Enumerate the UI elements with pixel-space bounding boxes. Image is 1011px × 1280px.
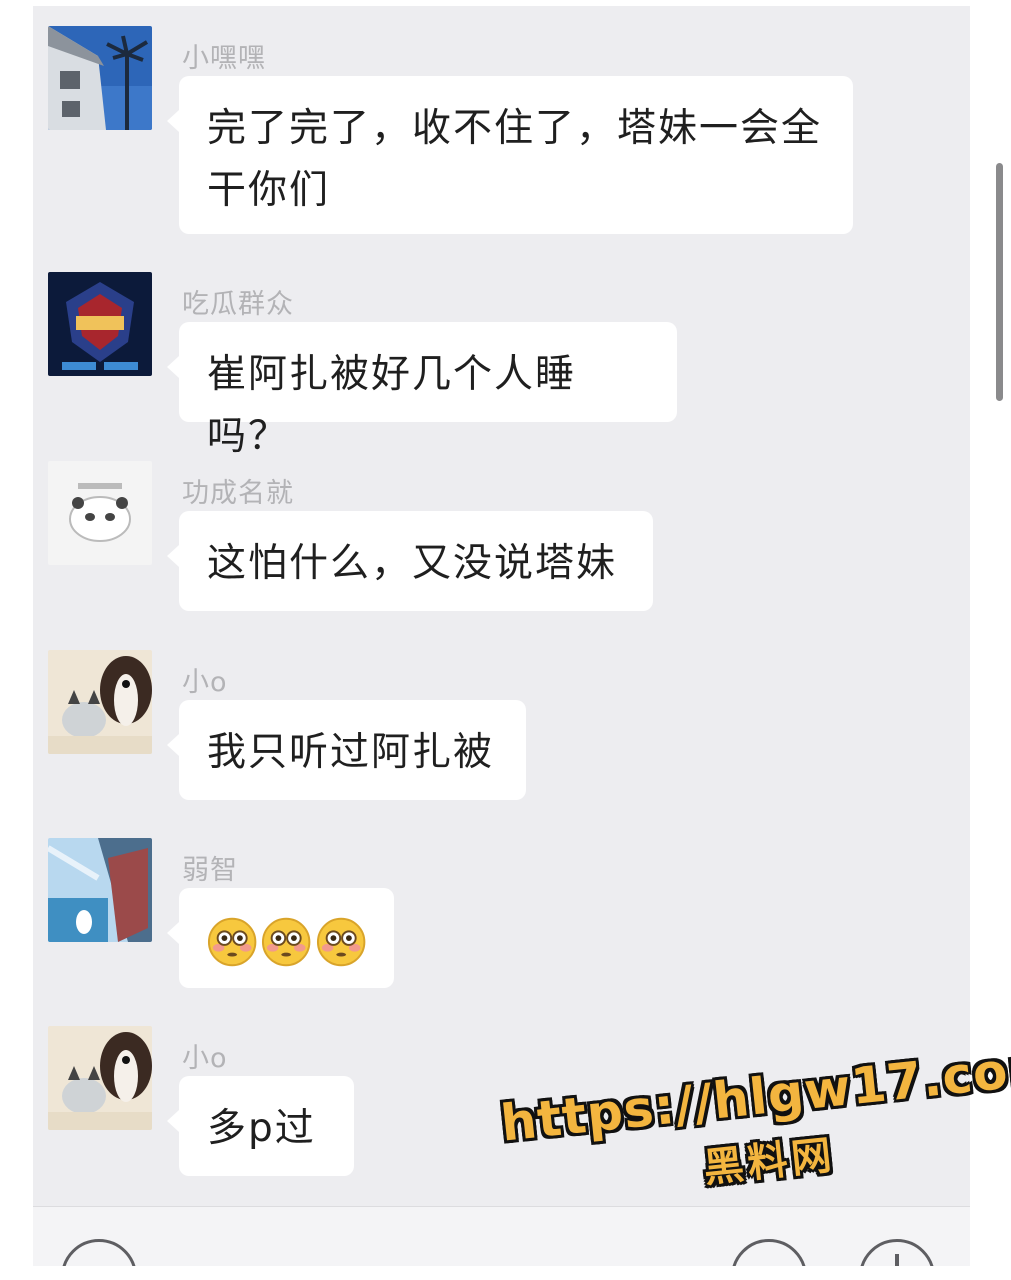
plus-icon[interactable] [859, 1239, 935, 1266]
voice-icon[interactable] [61, 1239, 137, 1266]
panda-sticker-avatar[interactable] [48, 461, 152, 565]
dog-cat-avatar[interactable] [48, 1026, 152, 1130]
sender-name: 功成名就 [182, 478, 294, 509]
sender-name: 弱智 [182, 855, 238, 886]
game-logo-avatar[interactable] [48, 272, 152, 376]
sender-name: 小嘿嘿 [182, 43, 266, 74]
message-bubble[interactable]: 这怕什么，又没说塔妹 [167, 511, 653, 611]
message-bubble[interactable]: 多p过 [167, 1076, 354, 1176]
sender-name: 小o [182, 1043, 228, 1074]
sender-name: 小o [182, 667, 228, 698]
palm-tree-avatar[interactable] [48, 26, 152, 130]
watermark-name: 黑料网 [701, 1132, 838, 1192]
message-bubble[interactable]: 崔阿扎被好几个人睡吗？ [167, 322, 677, 459]
sender-name: 吃瓜群众 [182, 289, 294, 320]
flushed-face-emoji [316, 917, 366, 967]
message-text: 崔阿扎被好几个人睡吗？ [207, 352, 577, 459]
flushed-face-emoji [262, 917, 311, 967]
dog-cat-avatar[interactable] [48, 650, 152, 754]
emoji-icon[interactable] [731, 1239, 807, 1266]
message-text: 这怕什么，又没说塔妹 [207, 541, 618, 586]
input-bar [33, 1206, 970, 1266]
scrollbar[interactable] [996, 163, 1003, 401]
message-text: 完了完了，收不住了，塔妹一会全干你们 [207, 106, 823, 213]
bridge-photo-avatar[interactable] [48, 838, 152, 942]
message-bubble[interactable]: 我只听过阿扎被 [167, 700, 526, 800]
message-bubble[interactable]: 完了完了，收不住了，塔妹一会全干你们 [167, 76, 853, 234]
flushed-face-emoji [207, 917, 257, 967]
message-text: 多p过 [207, 1106, 316, 1151]
message-bubble[interactable] [167, 888, 394, 988]
message-text: 我只听过阿扎被 [207, 730, 495, 775]
emoji-row [207, 910, 366, 968]
